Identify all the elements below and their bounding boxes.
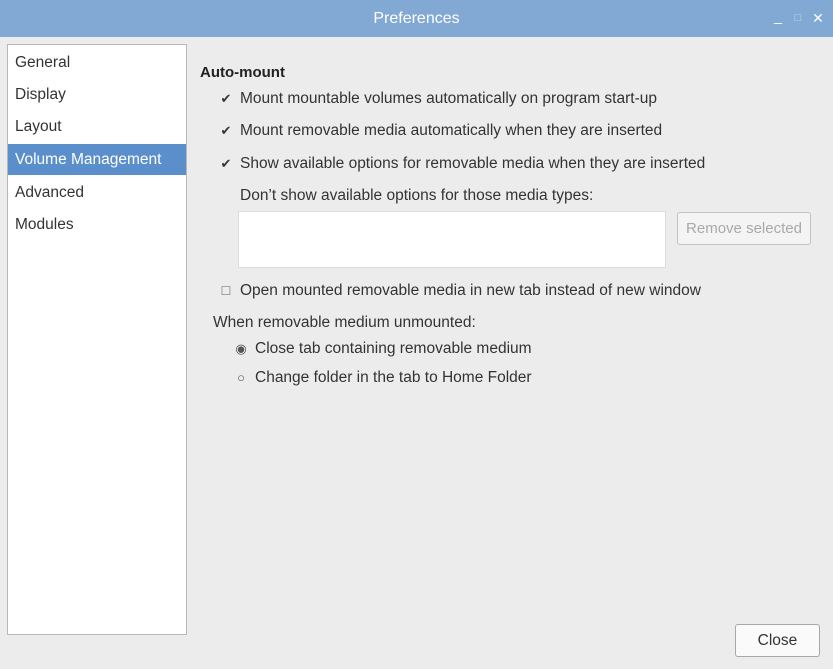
radio-label: Close tab containing removable medium — [255, 340, 532, 357]
change-folder-radio[interactable]: ○ Change folder in the tab to Home Folder — [233, 367, 532, 389]
sidebar-item-display[interactable]: Display — [8, 79, 186, 110]
sidebar: General Display Layout Volume Management… — [7, 44, 187, 635]
volume-management-panel: Auto-mount ✔ Mount mountable volumes auto… — [200, 44, 820, 604]
dont-show-label: Don’t show available options for those m… — [240, 187, 594, 204]
open-in-new-tab-checkbox[interactable]: ☐ Open mounted removable media in new tab… — [218, 280, 701, 302]
close-tab-radio[interactable]: ◉ Close tab containing removable medium — [233, 338, 532, 360]
close-icon[interactable]: ✕ — [810, 9, 826, 27]
checkbox-label: Show available options for removable med… — [240, 155, 706, 172]
unmount-heading: When removable medium unmounted: — [213, 314, 476, 331]
mount-on-startup-checkbox[interactable]: ✔ Mount mountable volumes automatically o… — [218, 88, 657, 110]
preferences-window: Preferences _ □ ✕ General Display Layout… — [0, 0, 833, 669]
checkbox-icon: ☐ — [220, 284, 232, 298]
show-options-checkbox[interactable]: ✔ Show available options for removable me… — [218, 153, 706, 175]
media-types-list[interactable] — [238, 211, 666, 268]
radio-label: Change folder in the tab to Home Folder — [255, 369, 532, 386]
remove-selected-button[interactable]: Remove selected — [677, 212, 811, 245]
checkbox-label: Mount mountable volumes automatically on… — [240, 90, 657, 107]
radio-selected-icon: ◉ — [235, 341, 247, 356]
checkmark-icon: ✔ — [220, 156, 232, 171]
radio-unselected-icon: ○ — [237, 370, 245, 385]
window-title: Preferences — [373, 10, 460, 27]
mount-removable-checkbox[interactable]: ✔ Mount removable media automatically whe… — [218, 120, 663, 142]
checkmark-icon: ✔ — [220, 123, 232, 138]
checkbox-label: Open mounted removable media in new tab … — [240, 282, 701, 299]
checkmark-icon: ✔ — [220, 91, 232, 106]
close-button[interactable]: Close — [735, 624, 820, 657]
sidebar-item-general[interactable]: General — [8, 47, 186, 78]
section-title: Auto-mount — [200, 64, 285, 81]
maximize-icon[interactable]: □ — [790, 9, 806, 27]
title-bar[interactable]: Preferences _ □ ✕ — [0, 0, 833, 37]
sidebar-item-advanced[interactable]: Advanced — [8, 177, 186, 208]
sidebar-item-modules[interactable]: Modules — [8, 209, 186, 240]
minimize-icon[interactable]: _ — [770, 7, 786, 25]
checkbox-label: Mount removable media automatically when… — [240, 122, 663, 139]
sidebar-item-layout[interactable]: Layout — [8, 111, 186, 142]
sidebar-item-volume-management[interactable]: Volume Management — [8, 144, 186, 175]
